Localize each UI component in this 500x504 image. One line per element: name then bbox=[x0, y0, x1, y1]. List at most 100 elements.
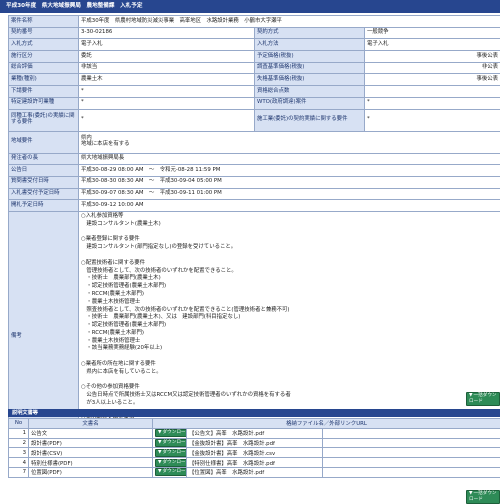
info-label: 発注者の長 bbox=[8, 152, 79, 166]
info-row: 同種工事(委託)の実績に関する要件 * 施工業(委託)の契約実績に関する要件 * bbox=[8, 108, 500, 132]
download-button-label: ダウンロード bbox=[162, 469, 186, 475]
document-no: 4 bbox=[8, 457, 29, 468]
info-value: 平成30-09-07 08:30 AM 〜 平成30-09-11 01:00 P… bbox=[77, 187, 500, 201]
document-no: 7 bbox=[8, 466, 29, 478]
info-value: * bbox=[78, 85, 255, 98]
document-file-link[interactable]: 【金抜設計書】高峯 水路設計.pdf bbox=[186, 437, 323, 449]
info-row: 施行区分 委託 予定価格(税抜) 事後公表 bbox=[8, 50, 500, 63]
download-cell: ▼ダウンロード bbox=[152, 457, 187, 468]
info-value: * bbox=[78, 108, 255, 132]
info-value: 農業土木 bbox=[78, 73, 255, 87]
info-row: 契約番号 3-30-02186 契約方式 一般競争 bbox=[8, 26, 500, 40]
download-arrow-icon: ▼ bbox=[158, 449, 162, 455]
documents-section-header: 説明文書等 bbox=[8, 409, 500, 417]
document-file-link[interactable]: 【公告文】高峯 水路設計.pdf bbox=[186, 427, 323, 439]
download-button[interactable]: ▼ダウンロード bbox=[155, 439, 186, 447]
info-value: 非該当 bbox=[78, 61, 255, 75]
info-label: 開札予定日時 bbox=[8, 199, 79, 212]
document-no: 1 bbox=[8, 427, 29, 439]
info-label: 質問書受付日時 bbox=[8, 175, 79, 189]
info-value: 委託 bbox=[78, 50, 255, 63]
info-label: 同種工事(委託)の実績に関する要件 bbox=[8, 108, 79, 132]
download-arrow-icon: ▼ bbox=[158, 469, 162, 475]
info-value bbox=[363, 85, 500, 98]
info-label: 入札方式 bbox=[8, 38, 79, 52]
document-name: 設計書(CSV) bbox=[28, 447, 153, 459]
info-label: 地域要件 bbox=[8, 130, 79, 154]
info-label: 契約方式 bbox=[254, 26, 365, 40]
download-cell: ▼ダウンロード bbox=[152, 447, 187, 459]
document-empty-cell bbox=[322, 427, 500, 439]
document-name: 位置図(PDF) bbox=[28, 466, 153, 478]
document-empty-cell bbox=[322, 447, 500, 459]
document-row: 4特別仕様書(PDF)▼ダウンロード【特別仕様書】高峯 水路設計.pdf bbox=[8, 457, 500, 468]
download-arrow-icon: ▼ bbox=[158, 439, 162, 445]
download-all-button[interactable]: ▼一括ダウンロード bbox=[466, 392, 500, 406]
info-label: 案件名称 bbox=[8, 15, 79, 28]
download-button-label: ダウンロード bbox=[162, 459, 186, 465]
info-value: 電子入札 bbox=[78, 38, 255, 52]
info-label: 調査基準価格(税抜) bbox=[254, 61, 365, 75]
info-value: * bbox=[78, 96, 255, 110]
col-doc-header: 文書名 bbox=[28, 418, 153, 429]
download-button-label: ダウンロード bbox=[162, 439, 186, 445]
info-label: 失格基準価格(税抜) bbox=[254, 73, 365, 87]
info-value: 事後公表 bbox=[363, 50, 500, 63]
document-name: 公告文 bbox=[28, 427, 153, 439]
info-row: 入札書受付予定日時 平成30-09-07 08:30 AM 〜 平成30-09-1… bbox=[8, 187, 500, 201]
document-file-link[interactable]: 【金抜設計書】高峯 水路設計.csv bbox=[186, 447, 323, 459]
download-cell: ▼ダウンロード bbox=[152, 427, 187, 439]
info-row: 案件名称 平成30年度 県農村地域防災減災事業 高峯地区 水路設計業務 小鶴市大字… bbox=[8, 15, 500, 28]
info-value: 県大地域振興局長 bbox=[77, 152, 500, 166]
download-arrow-icon: ▼ bbox=[158, 430, 162, 436]
info-label: 施行区分 bbox=[8, 50, 79, 63]
info-label: 業種(種別) bbox=[8, 73, 79, 87]
page-title-bar: 平成30年度 県大地域振興局 農地整備課 入札予定 bbox=[0, 0, 500, 13]
info-row: 発注者の長 県大地域振興局長 bbox=[8, 152, 500, 166]
info-value: 平成30-09-12 10:00 AM bbox=[77, 199, 500, 212]
download-arrow-icon: ▼ bbox=[158, 459, 162, 465]
info-value: 県内 地域に本店を有する bbox=[77, 130, 500, 154]
info-label: 予定価格(税抜) bbox=[254, 50, 365, 63]
info-value: 非公表 bbox=[363, 61, 500, 75]
info-row: 総合評価 非該当 調査基準価格(税抜) 非公表 bbox=[8, 61, 500, 75]
document-file-link[interactable]: 【特別仕様書】高峯 水路設計.pdf bbox=[186, 457, 323, 468]
download-cell: ▼ダウンロード bbox=[152, 437, 187, 449]
info-label: 契約番号 bbox=[8, 26, 79, 40]
info-value: 事後公表 bbox=[363, 73, 500, 87]
documents-table: No 文書名 格納ファイル名／外部リンクURL 1公告文▼ダウンロード【公告文】… bbox=[8, 418, 500, 478]
info-label: 公告日 bbox=[8, 164, 79, 177]
document-empty-cell bbox=[322, 466, 500, 478]
document-file-link[interactable]: 【位置図】高峯 水路設計.pdf bbox=[186, 466, 323, 478]
documents-section-title: 説明文書等 bbox=[12, 410, 38, 416]
document-no: 2 bbox=[8, 437, 29, 449]
document-row: 7位置図(PDF)▼ダウンロード【位置図】高峯 水路設計.pdf bbox=[8, 466, 500, 478]
info-value: 3-30-02186 bbox=[78, 26, 255, 40]
document-row: 3設計書(CSV)▼ダウンロード【金抜設計書】高峯 水路設計.csv bbox=[8, 447, 500, 459]
col-file-header: 格納ファイル名／外部リンクURL bbox=[152, 418, 500, 429]
download-button-label: ダウンロード bbox=[162, 449, 186, 455]
documents-header-row: No 文書名 格納ファイル名／外部リンクURL bbox=[8, 418, 500, 429]
info-label: 施工業(委託)の契約実績に関する要件 bbox=[254, 108, 365, 132]
document-name: 特別仕様書(PDF) bbox=[28, 457, 153, 468]
info-value: 電子入札 bbox=[363, 38, 500, 52]
info-label: 入札書受付予定日時 bbox=[8, 187, 79, 201]
download-button[interactable]: ▼ダウンロード bbox=[155, 468, 186, 477]
download-button[interactable]: ▼ダウンロード bbox=[155, 429, 186, 438]
info-label: 資格総合点数 bbox=[254, 85, 365, 98]
download-all-button-bottom[interactable]: ▼一括ダウンロード bbox=[466, 490, 500, 504]
info-value: * bbox=[363, 108, 500, 132]
download-button-label: ダウンロード bbox=[162, 430, 186, 436]
document-row: 1公告文▼ダウンロード【公告文】高峯 水路設計.pdf bbox=[8, 427, 500, 439]
info-label: 総合評価 bbox=[8, 61, 79, 75]
info-value: 平成30年度 県農村地域防災減災事業 高峯地区 水路設計業務 小鶴市大字瀬平 bbox=[77, 15, 500, 28]
info-row: 特定建設許可業種 * WTO(政府調達)案件 * bbox=[8, 96, 500, 110]
info-row: 開札予定日時 平成30-09-12 10:00 AM bbox=[8, 199, 500, 212]
info-row: 入札方式 電子入札 入札方法 電子入札 bbox=[8, 38, 500, 52]
download-button[interactable]: ▼ダウンロード bbox=[155, 448, 186, 457]
info-label: WTO(政府調達)案件 bbox=[254, 96, 365, 110]
download-button[interactable]: ▼ダウンロード bbox=[155, 458, 186, 467]
info-row: 業種(種別) 農業土木 失格基準価格(税抜) 事後公表 bbox=[8, 73, 500, 87]
col-no-header: No bbox=[8, 418, 29, 429]
document-empty-cell bbox=[322, 437, 500, 449]
